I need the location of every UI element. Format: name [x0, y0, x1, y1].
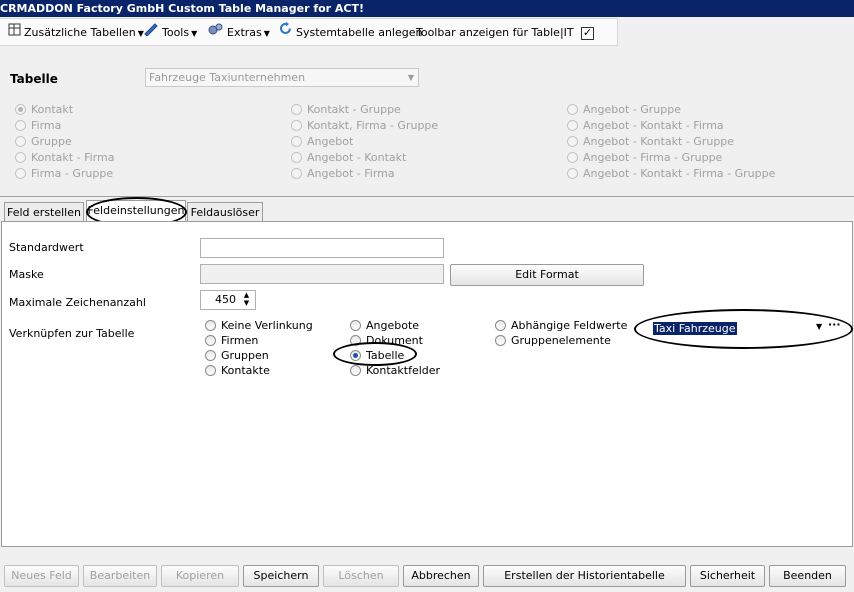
link-radio-keine-verlinkung[interactable] [205, 320, 216, 331]
link-radio-angebote[interactable] [350, 320, 361, 331]
extras-menu[interactable]: Extras ▼ [208, 19, 270, 47]
table-option-label: Kontakt - Gruppe [307, 103, 401, 116]
table-radio-kontakt[interactable] [15, 104, 26, 115]
table-section-label: Tabelle [10, 72, 58, 86]
security-button[interactable]: Sicherheit [690, 565, 765, 587]
link-radio-gruppen[interactable] [205, 350, 216, 361]
table-option-label: Angebot - Firma - Gruppe [583, 151, 723, 164]
table-radio-kontakt-firma-gruppe[interactable] [291, 120, 302, 131]
spin-down-icon[interactable]: ▼ [241, 299, 252, 307]
max-chars-label: Maximale Zeichenanzahl [9, 296, 146, 309]
table-radio-angebot-kontakt-firma[interactable] [567, 120, 578, 131]
max-chars-value: 450 [215, 293, 236, 306]
table-radio-firma-gruppe[interactable] [15, 168, 26, 179]
create-systable-label: Systemtabelle anlegen [296, 26, 423, 39]
table-option-label: Angebot - Firma [307, 167, 395, 180]
window-title: CRMADDON Factory GmbH Custom Table Manag… [0, 0, 854, 17]
link-radio-kontakte[interactable] [205, 365, 216, 376]
table-radio-angebot-kontakt[interactable] [291, 152, 302, 163]
table-option-label: Angebot [307, 135, 354, 148]
table-radio-gruppe[interactable] [15, 136, 26, 147]
table-option-label: Firma [31, 119, 62, 132]
table-select-value: Fahrzeuge Taxiunternehmen [149, 71, 306, 84]
highlight-ellipse [333, 342, 417, 366]
delete-button[interactable]: Löschen [323, 565, 399, 587]
table-option-label: Angebot - Kontakt - Firma - Gruppe [583, 167, 776, 180]
table-option-label: Angebot - Kontakt - Gruppe [583, 135, 735, 148]
edit-format-button[interactable]: Edit Format [450, 264, 644, 286]
link-table-label: Verknüpfen zur Tabelle [9, 327, 135, 340]
tab-feld-erstellen[interactable]: Feld erstellen [4, 202, 84, 221]
highlight-ellipse [634, 309, 853, 349]
cancel-button[interactable]: Abbrechen [403, 565, 479, 587]
extras-label: Extras [227, 26, 262, 39]
chevron-down-icon: ▼ [407, 73, 414, 82]
save-button[interactable]: Speichern [243, 565, 319, 587]
default-value-input[interactable] [200, 238, 444, 258]
spinner-buttons[interactable]: ▲ ▼ [241, 291, 252, 309]
table-option-label: Kontakt [31, 103, 74, 116]
toolbar: Zusätzliche Tabellen ▼ Tools ▼ Extras ▼ Sys… [0, 18, 618, 46]
table-radio-angebot-kontakt-firma-gruppe[interactable] [567, 168, 578, 179]
exit-button[interactable]: Beenden [769, 565, 846, 587]
tools-label: Tools [162, 26, 190, 39]
link-option-label: Gruppenelemente [511, 334, 611, 347]
link-option-label: Gruppen [221, 349, 269, 362]
chevron-down-icon: ▼ [191, 29, 198, 38]
table-radio-angebot-kontakt-gruppe[interactable] [567, 136, 578, 147]
refresh-icon [278, 19, 293, 47]
tab-feldausloeser[interactable]: Feldauslöser [187, 202, 263, 221]
additional-tables-menu[interactable]: Zusätzliche Tabellen ▼ [8, 19, 144, 47]
link-option-label: Abhängige Feldwerte [511, 319, 628, 332]
default-value-label: Standardwert [9, 241, 84, 254]
link-radio-firmen[interactable] [205, 335, 216, 346]
link-option-label: Keine Verlinkung [221, 319, 313, 332]
table-radio-angebot-firma-gruppe[interactable] [567, 152, 578, 163]
table-option-label: Angebot - Kontakt - Firma [583, 119, 724, 132]
table-select[interactable]: Fahrzeuge Taxiunternehmen ▼ [145, 68, 419, 87]
table-radio-kontakt-gruppe[interactable] [291, 104, 302, 115]
pen-icon [143, 19, 159, 47]
table-radio-angebot-gruppe[interactable] [567, 104, 578, 115]
spin-up-icon[interactable]: ▲ [241, 291, 252, 299]
table-option-label: Gruppe [31, 135, 72, 148]
table-radio-angebot[interactable] [291, 136, 302, 147]
additional-tables-label: Zusätzliche Tabellen [24, 26, 136, 39]
create-history-button[interactable]: Erstellen der Historientabelle [483, 565, 686, 587]
link-option-label: Kontakte [221, 364, 270, 377]
table-option-label: Angebot - Gruppe [583, 103, 681, 116]
link-radio-abh-ngige-feldwerte[interactable] [495, 320, 506, 331]
mask-input[interactable] [200, 264, 444, 284]
max-chars-stepper[interactable]: 450 ▲ ▼ [200, 290, 256, 310]
table-option-label: Firma - Gruppe [31, 167, 114, 180]
new-field-button[interactable]: Neues Feld [4, 565, 79, 587]
table-option-label: Kontakt - Firma [31, 151, 115, 164]
chevron-down-icon: ▼ [263, 29, 270, 38]
tools-menu[interactable]: Tools ▼ [143, 19, 197, 47]
link-radio-gruppenelemente[interactable] [495, 335, 506, 346]
edit-button[interactable]: Bearbeiten [83, 565, 157, 587]
copy-button[interactable]: Kopieren [161, 565, 239, 587]
link-option-label: Angebote [366, 319, 420, 332]
table-option-label: Angebot - Kontakt [307, 151, 407, 164]
mask-label: Maske [9, 268, 44, 281]
create-systable-button[interactable]: Systemtabelle anlegen [278, 19, 422, 47]
show-toolbar-checkbox[interactable]: ✓ [581, 27, 594, 40]
table-radio-angebot-firma[interactable] [291, 168, 302, 179]
table-radio-firma[interactable] [15, 120, 26, 131]
link-radio-kontaktfelder[interactable] [350, 365, 361, 376]
table-icon [8, 19, 21, 47]
link-option-label: Firmen [221, 334, 259, 347]
table-option-label: Kontakt, Firma - Gruppe [307, 119, 439, 132]
show-toolbar-label: Toolbar anzeigen für Table|IT [416, 26, 574, 39]
table-radio-kontakt-firma[interactable] [15, 152, 26, 163]
gears-icon [208, 19, 224, 47]
